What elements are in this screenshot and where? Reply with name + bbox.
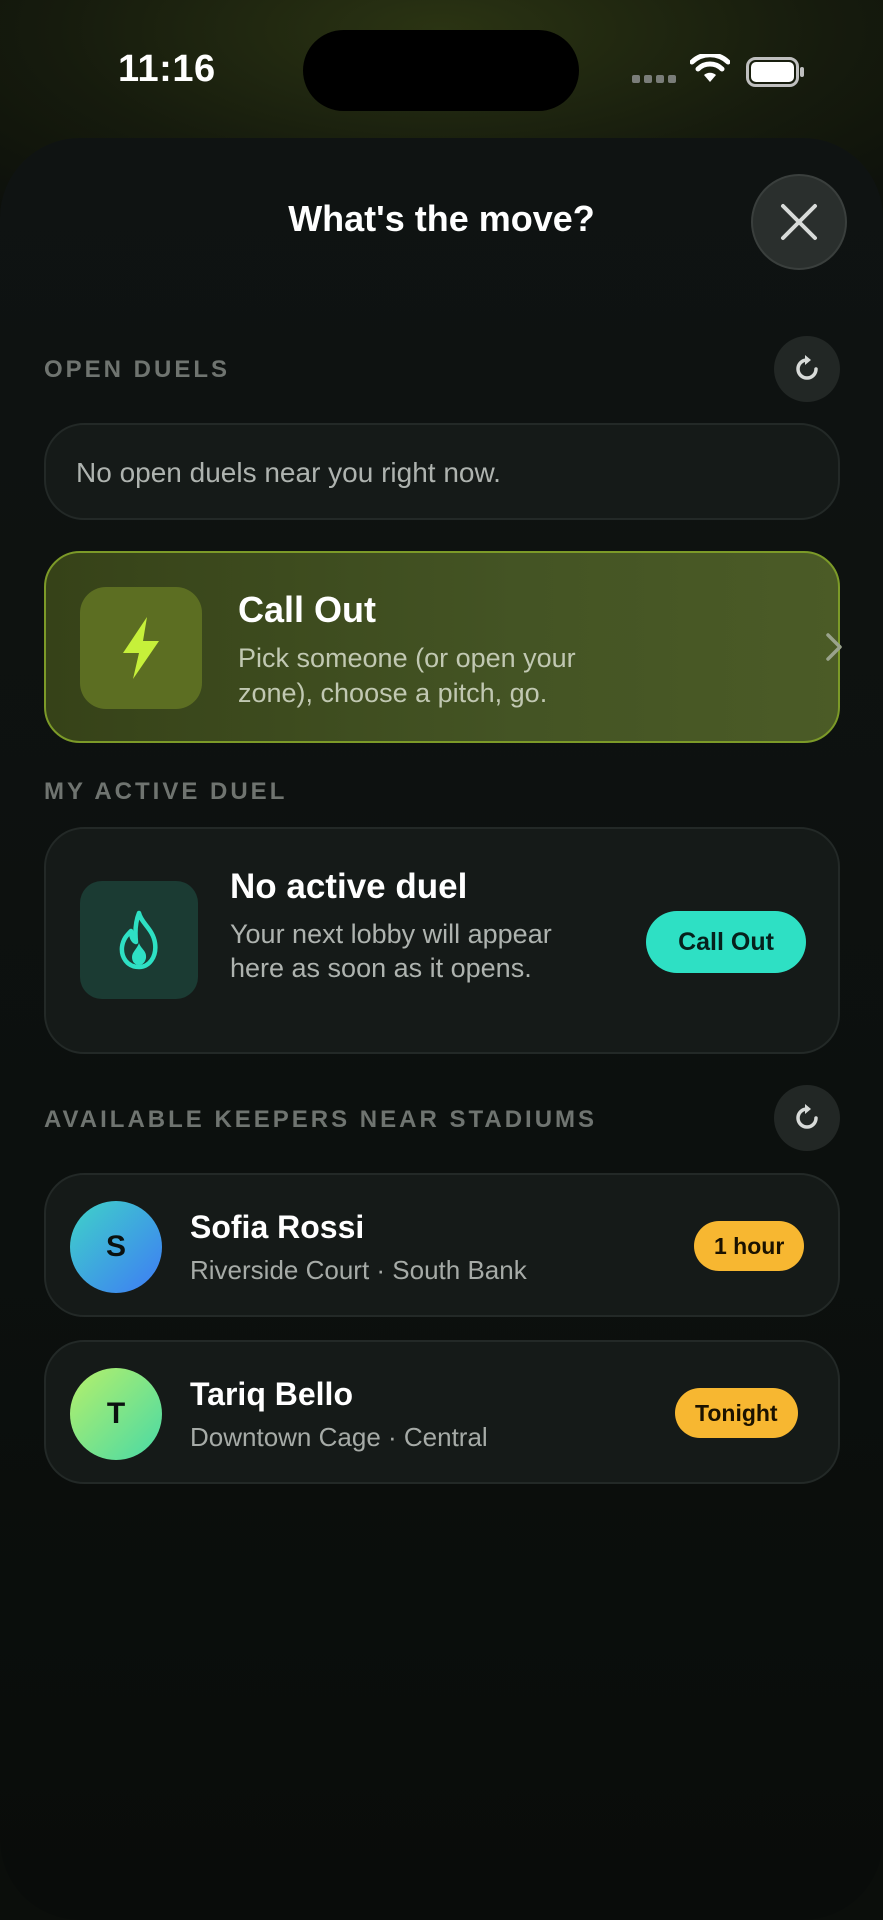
lightning-bolt-icon	[123, 617, 159, 679]
call-out-button[interactable]: Call Out	[646, 911, 806, 973]
flame-icon	[119, 910, 158, 970]
call-out-title: Call Out	[238, 589, 377, 630]
fire-icon-box	[80, 881, 198, 999]
chevron-right-icon	[826, 633, 842, 661]
keeper-name: Tariq Bello	[190, 1376, 353, 1412]
dynamic-island	[303, 30, 579, 111]
screen: 11:16 What's the move? OPEN DUELS No ope…	[0, 0, 883, 1920]
open-duels-label: OPEN DUELS	[44, 356, 231, 383]
keeper-name: Sofia Rossi	[190, 1209, 365, 1245]
battery-icon	[746, 57, 804, 87]
active-duel-title: No active duel	[230, 867, 468, 906]
open-duels-empty-text: No open duels near you right now.	[76, 457, 501, 488]
call-out-description: Pick someone (or open your zone), choose…	[238, 643, 576, 708]
wifi-icon	[690, 54, 730, 82]
availability-badge: Tonight	[675, 1388, 798, 1438]
refresh-open-duels-button[interactable]	[774, 336, 840, 402]
active-duel-description: Your next lobby will appear here as soon…	[230, 919, 552, 983]
active-duel-label: MY ACTIVE DUEL	[44, 778, 288, 805]
keeper-card[interactable]: T Tariq Bello Downtown Cage · Central To…	[44, 1340, 840, 1484]
refresh-keepers-button[interactable]	[774, 1085, 840, 1151]
keeper-card[interactable]: S Sofia Rossi Riverside Court · South Ba…	[44, 1173, 840, 1317]
cellular-signal-icon	[632, 75, 678, 85]
availability-badge: 1 hour	[694, 1221, 805, 1271]
keepers-label: AVAILABLE KEEPERS NEAR STADIUMS	[44, 1106, 598, 1133]
bolt-icon-box	[80, 587, 202, 709]
active-duel-card: No active duel Your next lobby will appe…	[44, 827, 840, 1054]
status-time: 11:16	[118, 48, 216, 90]
keeper-location: Downtown Cage · Central	[190, 1422, 488, 1452]
refresh-icon	[796, 355, 818, 380]
refresh-icon	[796, 1104, 818, 1129]
avatar: S	[70, 1201, 162, 1293]
avatar: T	[70, 1368, 162, 1460]
close-button[interactable]	[751, 174, 847, 270]
keeper-location: Riverside Court · South Bank	[190, 1255, 527, 1285]
open-duels-empty-card: No open duels near you right now.	[44, 423, 840, 520]
close-icon	[781, 204, 817, 240]
call-out-card[interactable]: Call Out Pick someone (or open your zone…	[44, 551, 842, 743]
